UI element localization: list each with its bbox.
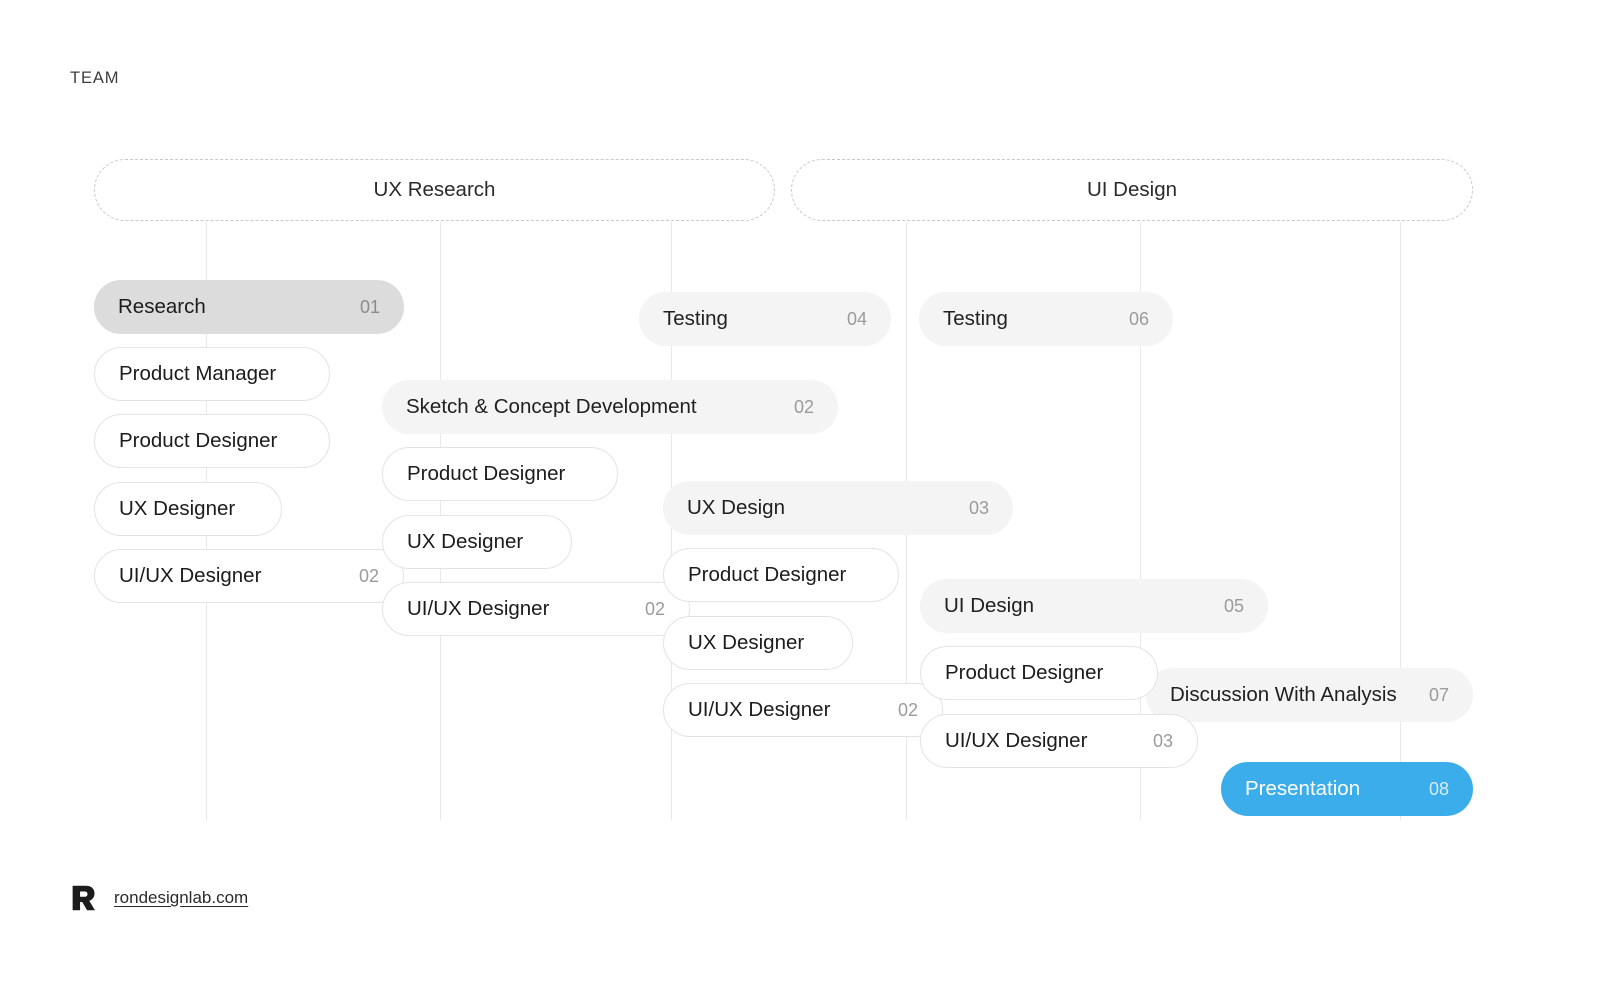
task-pill-sketch-concept-development[interactable]: Sketch & Concept Development 02 — [382, 380, 838, 434]
pill-label: Presentation — [1245, 776, 1361, 800]
pill-label: Product Designer — [407, 461, 566, 485]
pill-number: 02 — [644, 599, 665, 619]
task-pill-discussion-with-analysis[interactable]: Discussion With Analysis 07 — [1146, 668, 1473, 722]
slide-canvas: TEAM UX Research UI Design Testing 04 Testi… — [0, 0, 1601, 1001]
role-pill-product-designer[interactable]: Product Designer — [94, 414, 330, 468]
role-pill-ui-ux-designer[interactable]: UI/UX Designer 03 — [920, 714, 1198, 768]
task-pill-research[interactable]: Research 01 — [94, 280, 404, 334]
task-pill-ux-design[interactable]: UX Design 03 — [663, 481, 1013, 535]
pill-number: 07 — [1428, 685, 1449, 705]
role-pill-product-manager[interactable]: Product Manager — [94, 347, 330, 401]
role-pill-product-designer[interactable]: Product Designer — [382, 447, 618, 501]
role-pill-ux-designer[interactable]: UX Designer — [94, 482, 282, 536]
pill-label: UX Designer — [407, 529, 524, 553]
phase-header-ux-research[interactable]: UX Research — [94, 159, 775, 221]
task-pill-presentation[interactable]: Presentation 08 — [1221, 762, 1473, 816]
pill-number: 02 — [793, 397, 814, 417]
role-pill-ui-ux-designer[interactable]: UI/UX Designer 02 — [382, 582, 690, 636]
pill-number: 06 — [1128, 309, 1149, 329]
pill-label: Product Designer — [945, 660, 1104, 684]
pill-number: 02 — [358, 566, 379, 586]
role-pill-ui-ux-designer[interactable]: UI/UX Designer 02 — [663, 683, 943, 737]
pill-label: Discussion With Analysis — [1170, 682, 1397, 706]
task-pill-ui-design[interactable]: UI Design 05 — [920, 579, 1268, 633]
pill-number: 03 — [1152, 731, 1173, 751]
page-title: TEAM — [70, 69, 120, 87]
footer: rondesignlab.com — [70, 884, 248, 912]
pill-number: 08 — [1428, 779, 1449, 799]
pill-label: Testing — [663, 306, 728, 330]
pill-label: Product Designer — [688, 562, 847, 586]
pill-number: 02 — [897, 700, 918, 720]
pill-label: UX Designer — [119, 496, 236, 520]
pill-label: Sketch & Concept Development — [406, 394, 697, 418]
pill-number: 03 — [968, 498, 989, 518]
role-pill-product-designer[interactable]: Product Designer — [663, 548, 899, 602]
pill-label: UI/UX Designer — [945, 728, 1088, 752]
pill-label: UI Design — [944, 593, 1035, 617]
role-pill-ux-designer[interactable]: UX Designer — [663, 616, 853, 670]
phase-header-label: UI Design — [1086, 178, 1177, 201]
phase-header-ui-design[interactable]: UI Design — [791, 159, 1473, 221]
pill-label: Product Designer — [119, 428, 278, 452]
role-pill-ux-designer[interactable]: UX Designer — [382, 515, 572, 569]
pill-label: UI/UX Designer — [119, 563, 262, 587]
pill-label: UX Designer — [688, 630, 805, 654]
pill-number: 01 — [359, 297, 380, 317]
pill-label: UI/UX Designer — [407, 596, 550, 620]
pill-label: UX Design — [687, 495, 785, 519]
task-pill-testing[interactable]: Testing 04 — [639, 292, 891, 346]
phase-header-label: UX Research — [373, 178, 496, 201]
task-pill-testing[interactable]: Testing 06 — [919, 292, 1173, 346]
pill-label: Research — [118, 294, 206, 318]
pill-label: Product Manager — [119, 361, 277, 385]
role-pill-product-designer[interactable]: Product Designer — [920, 646, 1158, 700]
role-pill-ui-ux-designer[interactable]: UI/UX Designer 02 — [94, 549, 404, 603]
pill-label: Testing — [943, 306, 1008, 330]
grid-line-6 — [1400, 222, 1401, 820]
pill-number: 04 — [846, 309, 867, 329]
website-link[interactable]: rondesignlab.com — [114, 888, 248, 908]
pill-label: UI/UX Designer — [688, 697, 831, 721]
ron-design-lab-logo-icon — [72, 885, 95, 911]
pill-number: 05 — [1223, 596, 1244, 616]
